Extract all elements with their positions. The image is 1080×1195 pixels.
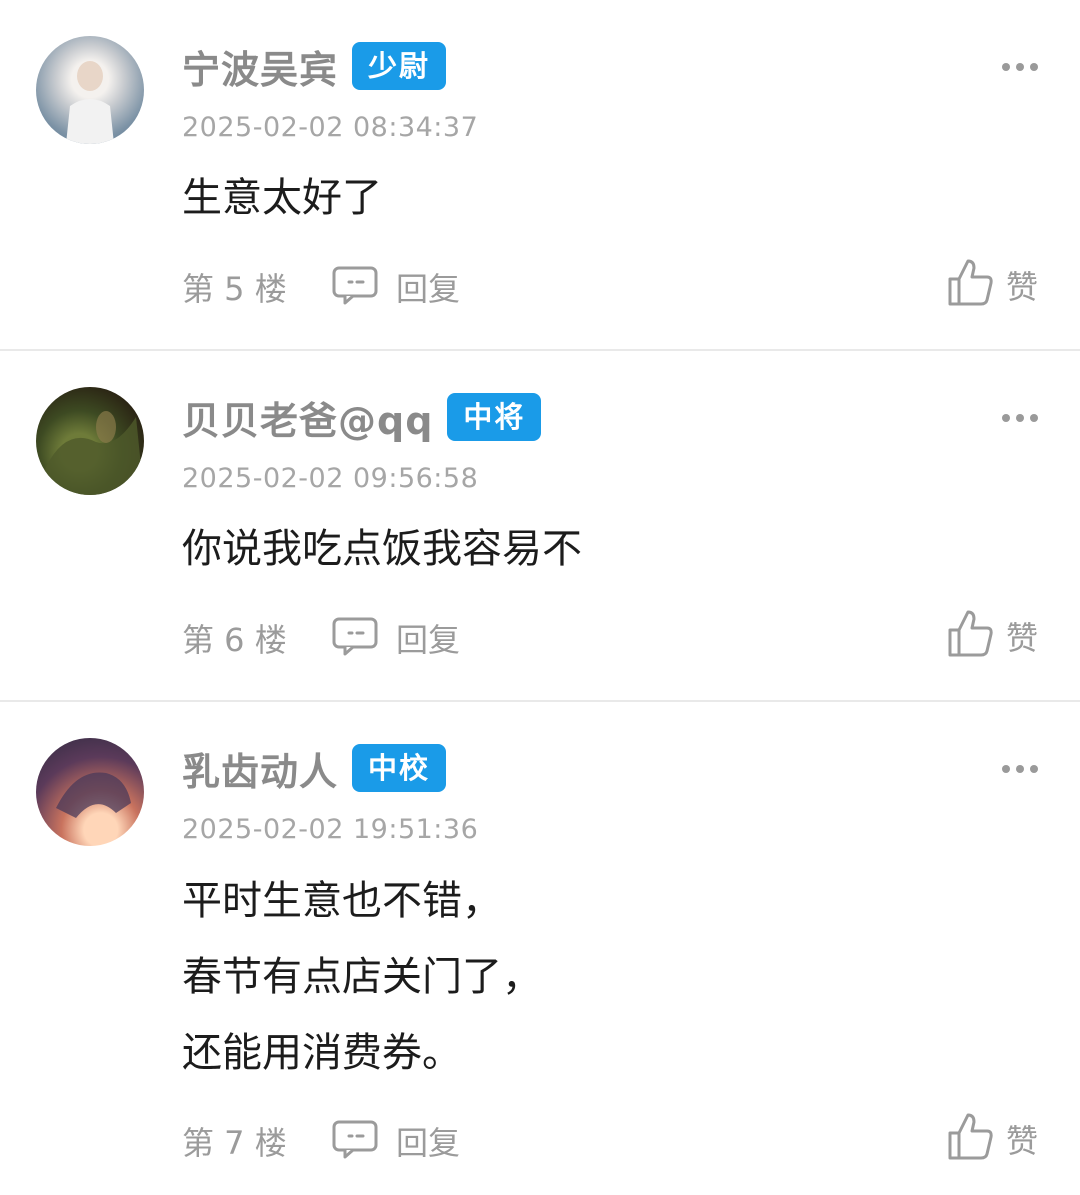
timestamp: 2025-02-02 19:51:36 — [182, 814, 479, 845]
comment-line: 生意太好了 — [182, 175, 382, 221]
comment-line: 平时生意也不错， — [182, 878, 502, 924]
floor-number: 第 6 楼 — [182, 621, 287, 659]
comment-line: 春节有点店关门了， — [182, 954, 542, 1000]
floor-number: 第 5 楼 — [182, 270, 287, 308]
thumbs-up-icon[interactable] — [946, 608, 994, 658]
comment-bubble-icon[interactable] — [331, 616, 379, 656]
avatar[interactable] — [36, 738, 144, 846]
avatar[interactable] — [36, 387, 144, 495]
more-dots-icon[interactable] — [1002, 762, 1038, 776]
floor-number: 第 7 楼 — [182, 1124, 287, 1162]
reply-button[interactable]: 回复 — [396, 264, 460, 310]
like-button[interactable]: 赞 — [1006, 613, 1038, 659]
comment-bubble-icon[interactable] — [331, 1119, 379, 1159]
comment-line: 还能用消费券。 — [182, 1030, 462, 1076]
divider — [0, 349, 1080, 351]
avatar-image-icon — [56, 772, 131, 818]
rank-badge: 中将 — [447, 393, 542, 441]
rank-badge: 少尉 — [352, 42, 447, 90]
timestamp: 2025-02-02 08:34:37 — [182, 112, 479, 143]
like-button[interactable]: 赞 — [1006, 1116, 1038, 1162]
username[interactable]: 贝贝老爸@qq — [182, 390, 433, 445]
thumbs-up-icon[interactable] — [946, 1111, 994, 1161]
more-dots-icon[interactable] — [1002, 60, 1038, 74]
thumbs-up-icon[interactable] — [946, 257, 994, 307]
more-dots-icon[interactable] — [1002, 411, 1038, 425]
avatar[interactable] — [36, 36, 144, 144]
like-button[interactable]: 赞 — [1006, 262, 1038, 308]
rank-badge: 中校 — [352, 744, 447, 792]
reply-button[interactable]: 回复 — [396, 615, 460, 661]
comment-text: 平时生意也不错， 春节有点店关门了， 还能用消费券。 — [182, 863, 542, 1091]
comment-bubble-icon[interactable] — [331, 265, 379, 305]
username[interactable]: 乳齿动人 — [182, 741, 338, 796]
avatar-image-icon — [36, 411, 144, 495]
timestamp: 2025-02-02 09:56:58 — [182, 463, 479, 494]
avatar-image-icon — [66, 61, 114, 144]
comment-text: 你说我吃点饭我容易不 — [182, 511, 582, 587]
username[interactable]: 宁波吴宾 — [182, 39, 338, 94]
divider — [0, 700, 1080, 702]
comment-text: 生意太好了 — [182, 160, 382, 236]
comment-line: 你说我吃点饭我容易不 — [182, 526, 582, 572]
reply-button[interactable]: 回复 — [396, 1118, 460, 1164]
